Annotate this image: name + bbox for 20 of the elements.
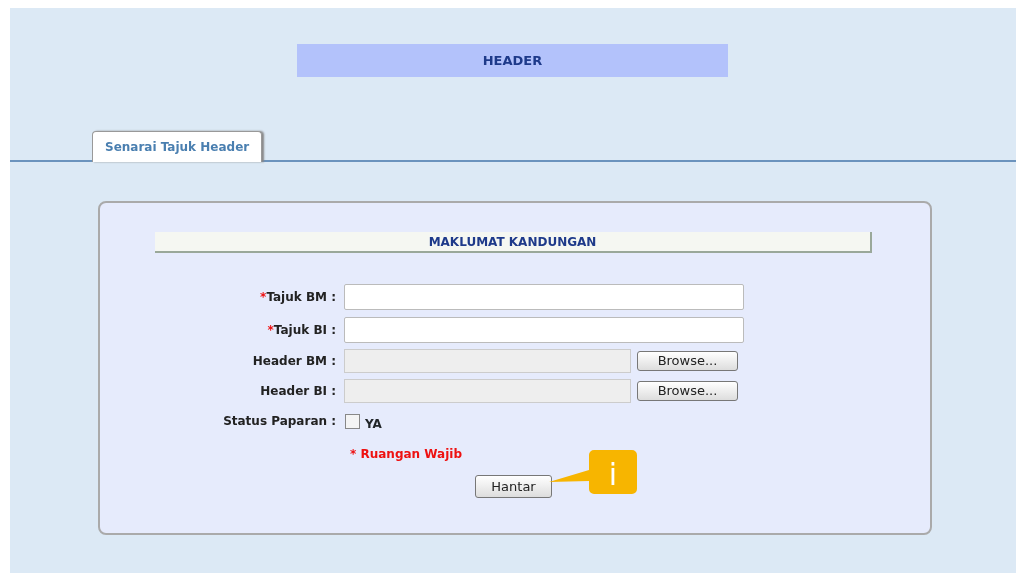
file-path-field[interactable] — [344, 379, 631, 403]
field-label: Header BI : — [260, 384, 336, 398]
field-label: Tajuk BI : — [273, 323, 336, 337]
browse-button[interactable]: Browse... — [637, 381, 738, 401]
browse-button[interactable]: Browse... — [637, 351, 738, 371]
required-note: * Ruangan Wajib — [350, 446, 463, 463]
required-mark: * — [260, 290, 267, 304]
field-label: Status Paparan : — [223, 414, 336, 428]
checkbox-label: YA — [365, 416, 382, 433]
submit-button[interactable]: Hantar — [475, 475, 552, 498]
required-mark: * — [267, 323, 274, 337]
tab[interactable]: Senarai Tajuk Header — [92, 131, 263, 162]
page-header-bar: HEADER — [297, 44, 728, 77]
field-label: Header BM : — [252, 354, 336, 368]
section-title: MAKLUMAT KANDUNGAN — [155, 232, 872, 253]
field-label: Tajuk BM : — [266, 290, 336, 304]
checkbox[interactable] — [345, 413, 360, 429]
text-input-field[interactable] — [344, 317, 744, 343]
file-path-field[interactable] — [344, 349, 631, 373]
text-input-field[interactable] — [344, 284, 744, 310]
